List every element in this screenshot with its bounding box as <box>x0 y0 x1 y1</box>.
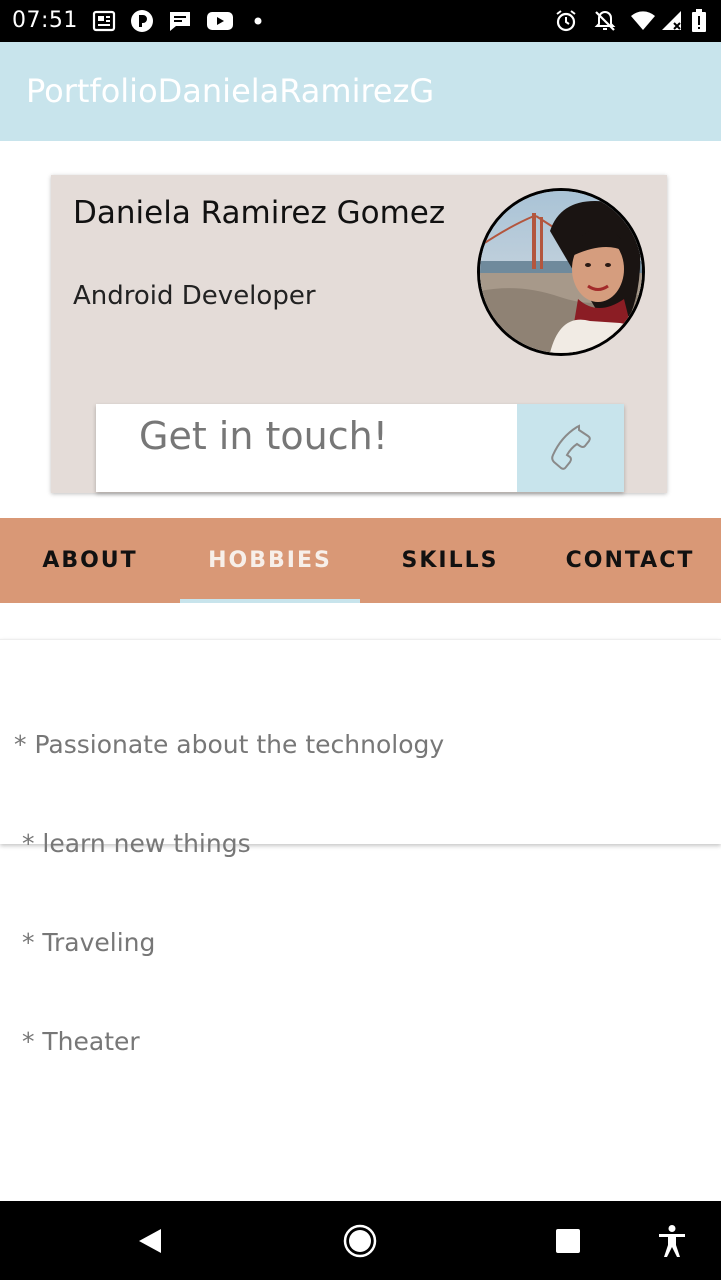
phone-icon <box>550 424 591 470</box>
tab-indicator <box>180 599 360 603</box>
home-button[interactable] <box>330 1201 390 1280</box>
news-icon <box>92 9 116 33</box>
home-icon <box>343 1224 377 1257</box>
alarm-icon <box>554 9 578 33</box>
recents-icon <box>556 1228 580 1253</box>
chat-icon <box>168 9 192 33</box>
accessibility-icon <box>659 1224 685 1257</box>
status-time: 07:51 <box>12 8 78 33</box>
profile-card: Daniela Ramirez Gomez Android Developer <box>51 175 667 493</box>
contact-label: Get in touch! <box>139 414 388 458</box>
notifications-off-icon <box>593 9 617 33</box>
hobbies-card: * Passionate about the technology * lear… <box>0 639 721 1056</box>
tab-contact[interactable]: CONTACT <box>540 518 720 603</box>
recents-button[interactable] <box>538 1201 598 1280</box>
status-bar: 07:51 <box>0 0 721 42</box>
hobbies-list: * Passionate about the technology * lear… <box>14 662 444 1124</box>
tab-skills[interactable]: SKILLS <box>360 518 540 603</box>
app-bar: PortfolioDanielaRamirezG <box>0 42 721 141</box>
hobby-line: * Traveling <box>14 928 156 957</box>
tab-about[interactable]: ABOUT <box>0 518 180 603</box>
accessibility-button[interactable] <box>642 1201 702 1280</box>
back-icon <box>139 1228 161 1253</box>
signal-icon <box>660 9 684 33</box>
youtube-icon <box>206 9 234 33</box>
avatar <box>477 188 645 356</box>
hobby-line: * learn new things <box>14 829 251 858</box>
tab-bar: ABOUT HOBBIES SKILLS CONTACT <box>0 518 721 603</box>
profile-name: Daniela Ramirez Gomez <box>73 195 446 231</box>
phone-button[interactable] <box>517 404 624 492</box>
profile-role: Android Developer <box>73 281 316 311</box>
navigation-bar <box>0 1201 721 1280</box>
tab-hobbies[interactable]: HOBBIES <box>180 518 360 603</box>
back-button[interactable] <box>120 1201 180 1280</box>
dot-icon <box>252 9 276 33</box>
battery-icon <box>690 9 708 33</box>
profile-photo <box>480 191 642 353</box>
contact-bar[interactable]: Get in touch! <box>96 404 624 492</box>
pocket-icon <box>130 9 154 33</box>
hobby-line: * Passionate about the technology <box>14 730 445 759</box>
hobby-line: * Theater <box>14 1027 140 1056</box>
wifi-icon <box>630 9 655 33</box>
app-title: PortfolioDanielaRamirezG <box>26 72 435 110</box>
